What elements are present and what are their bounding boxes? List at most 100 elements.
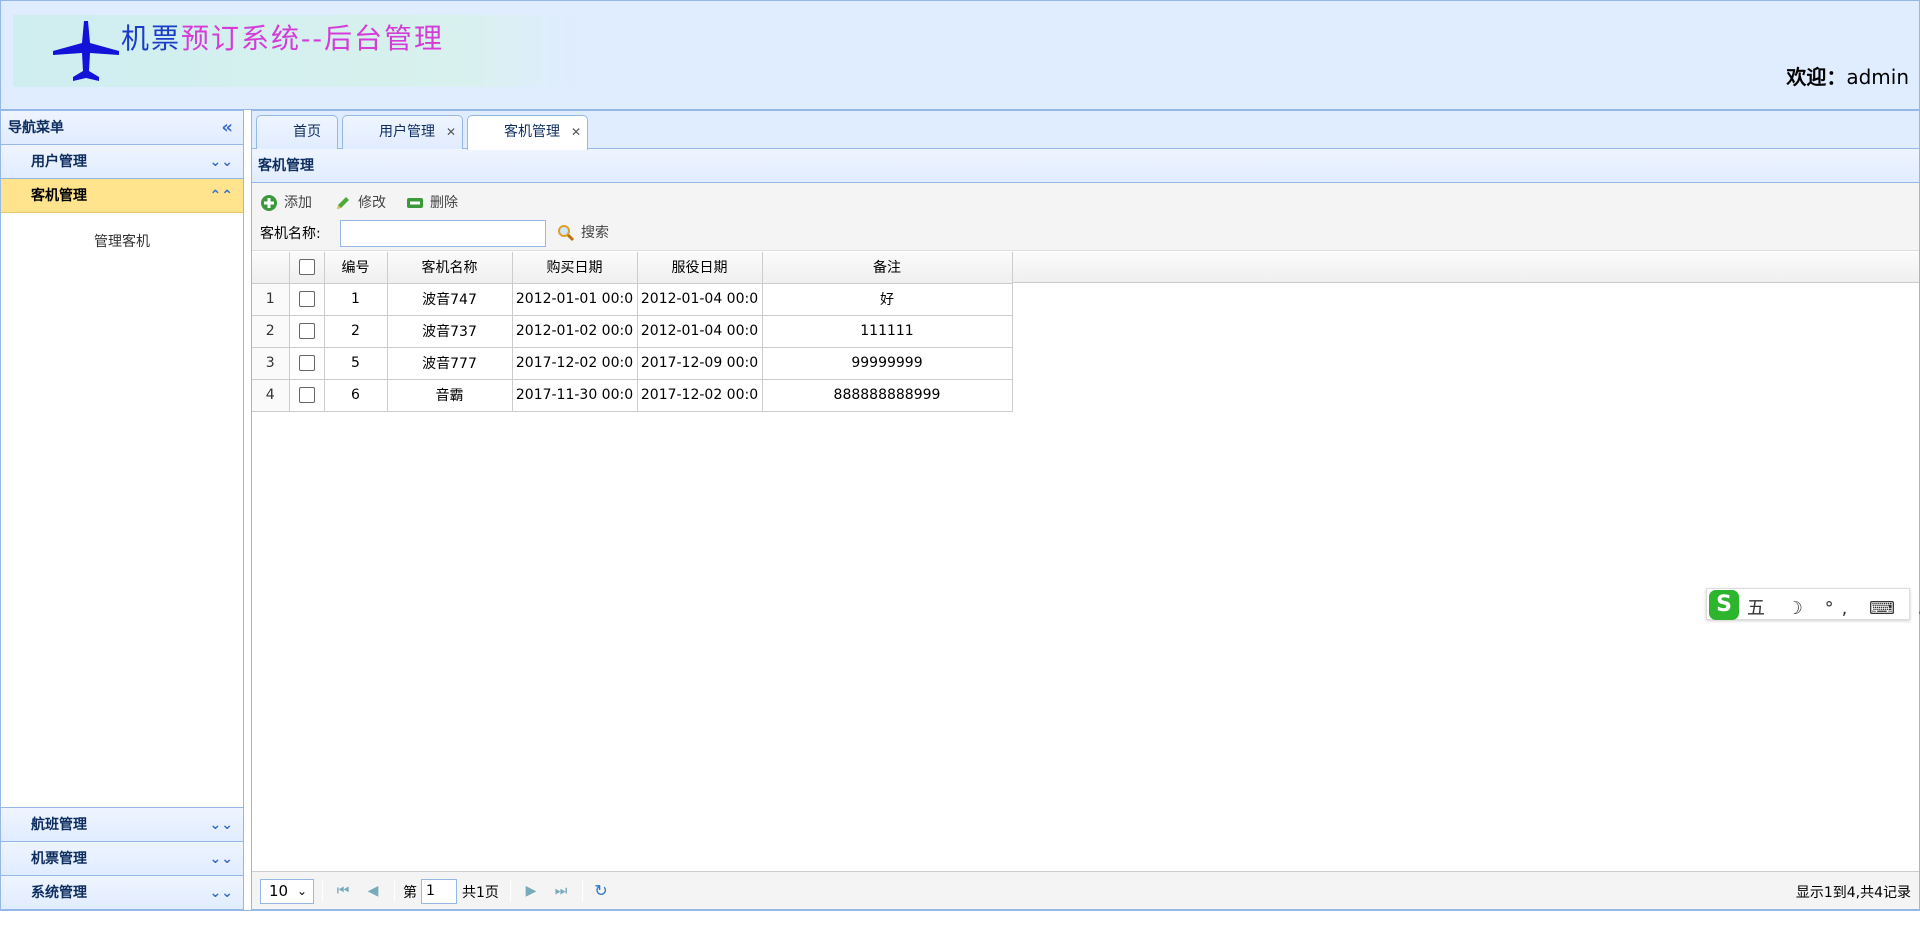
- cell-id: 6: [324, 379, 388, 412]
- col-header-id[interactable]: 编号: [324, 252, 388, 284]
- search-label: 客机名称:: [260, 226, 321, 242]
- pager-separator: [582, 880, 583, 902]
- row-number: 2: [252, 315, 290, 348]
- row-checkbox[interactable]: [298, 323, 315, 339]
- rownum-header: [252, 252, 290, 284]
- cell-name: 波音777: [387, 347, 513, 380]
- grid-toolbar: 添加 修改 删除 客机名称: 搜索: [252, 183, 1919, 251]
- tab-home[interactable]: 首页: [256, 115, 338, 149]
- nav-sidebar: 导航菜单 « 用户管理 ⌄⌄ 客机管理 ⌃⌃ 管理客机 航班管理 ⌄⌄ 机票管理…: [0, 110, 244, 910]
- tab-user-management[interactable]: 用户管理 ✕: [342, 115, 463, 149]
- ime-toolbar[interactable]: S 五 ☽ °, ⌨ ♟ ✤: [1706, 588, 1920, 620]
- ime-status-icons[interactable]: 五 ☽ °, ⌨ ♟ ✤: [1747, 594, 1920, 620]
- cell-service-date: 2017-12-02 00:0: [637, 379, 763, 412]
- prev-page-icon[interactable]: ◀: [362, 880, 384, 902]
- cell-id: 5: [324, 347, 388, 380]
- col-header-name[interactable]: 客机名称: [387, 252, 513, 284]
- aircraft-name-input[interactable]: [340, 220, 546, 247]
- row-checkbox[interactable]: [298, 291, 315, 307]
- app-header: 机票预订系统--后台管理 欢迎：admin: [0, 0, 1920, 110]
- cell-id: 1: [324, 283, 388, 316]
- last-page-icon[interactable]: ⏭: [550, 880, 572, 902]
- row-checkbox[interactable]: [298, 387, 315, 403]
- table-row[interactable]: 4 6 音霸 2017-11-30 00:0 2017-12-02 00:0 8…: [252, 379, 1013, 412]
- select-all-checkbox[interactable]: [298, 259, 315, 276]
- next-page-icon[interactable]: ▶: [520, 880, 542, 902]
- cell-remark: 99999999: [762, 347, 1013, 380]
- nav-group-ticket[interactable]: 机票管理 ⌄⌄: [1, 841, 243, 875]
- app-title: 机票预订系统--后台管理: [121, 22, 444, 55]
- panel-title: 客机管理: [252, 149, 1919, 183]
- expand-down-icon[interactable]: ⌄⌄: [210, 842, 233, 876]
- nav-collapsed-groups: 航班管理 ⌄⌄ 机票管理 ⌄⌄ 系统管理 ⌄⌄: [1, 807, 243, 909]
- row-number: 3: [252, 347, 290, 380]
- search-button[interactable]: 搜索: [557, 221, 609, 245]
- plus-icon: [261, 195, 277, 211]
- ime-logo-icon[interactable]: S: [1709, 590, 1739, 620]
- pager-separator: [510, 880, 511, 902]
- nav-group-system[interactable]: 系统管理 ⌄⌄: [1, 875, 243, 909]
- cell-buy-date: 2012-01-01 00:0: [512, 283, 638, 316]
- app-footer: [0, 910, 1920, 942]
- row-number: 4: [252, 379, 290, 412]
- cell-id: 2: [324, 315, 388, 348]
- delete-button[interactable]: 删除: [406, 191, 458, 215]
- page-number-input[interactable]: 1: [421, 879, 457, 904]
- search-icon: [558, 225, 575, 242]
- row-select-cell: [289, 315, 325, 348]
- chevron-down-icon: ⌄: [296, 884, 307, 898]
- expand-down-icon[interactable]: ⌄⌄: [210, 145, 233, 179]
- aircraft-grid: 编号 客机名称 购买日期 服役日期 备注 1 1 波音747 2012-01-0…: [252, 252, 1013, 412]
- nav-item-manage-aircraft[interactable]: 管理客机: [94, 234, 150, 250]
- grid-pager: 10 ⌄ ⏮ ◀ 第 1 共1页 ▶ ⏭ ↻ 显示1到4,共4记录: [252, 871, 1919, 909]
- col-header-remark[interactable]: 备注: [762, 252, 1013, 284]
- airplane-icon: [53, 21, 119, 81]
- sidebar-title: 导航菜单: [8, 120, 64, 136]
- close-icon[interactable]: ✕: [446, 116, 456, 148]
- col-header-buy-date[interactable]: 购买日期: [512, 252, 638, 284]
- pager-info: 显示1到4,共4记录: [1795, 885, 1911, 901]
- cell-service-date: 2012-01-04 00:0: [637, 283, 763, 316]
- tab-bar: 首页 用户管理 ✕ 客机管理 ✕: [252, 111, 1919, 150]
- nav-group-aircraft[interactable]: 客机管理 ⌃⌃: [1, 179, 243, 213]
- cell-buy-date: 2017-12-02 00:0: [512, 347, 638, 380]
- edit-button[interactable]: 修改: [334, 191, 386, 215]
- cell-buy-date: 2012-01-02 00:0: [512, 315, 638, 348]
- page-total: 共1页: [462, 885, 499, 901]
- collapse-up-icon[interactable]: ⌃⌃: [210, 179, 233, 213]
- cell-remark: 888888888999: [762, 379, 1013, 412]
- collapse-left-icon[interactable]: «: [221, 111, 233, 145]
- col-header-service-date[interactable]: 服役日期: [637, 252, 763, 284]
- table-row[interactable]: 1 1 波音747 2012-01-01 00:0 2012-01-04 00:…: [252, 283, 1013, 316]
- cell-buy-date: 2017-11-30 00:0: [512, 379, 638, 412]
- sidebar-header: 导航菜单 «: [1, 111, 243, 145]
- table-row[interactable]: 3 5 波音777 2017-12-02 00:0 2017-12-09 00:…: [252, 347, 1013, 380]
- cell-remark: 好: [762, 283, 1013, 316]
- tab-aircraft-management[interactable]: 客机管理 ✕: [467, 115, 588, 150]
- add-button[interactable]: 添加: [260, 191, 312, 215]
- nav-group-user[interactable]: 用户管理 ⌄⌄: [1, 145, 243, 179]
- cell-service-date: 2017-12-09 00:0: [637, 347, 763, 380]
- nav-group-aircraft-body: 管理客机: [1, 213, 243, 806]
- expand-down-icon[interactable]: ⌄⌄: [210, 876, 233, 910]
- grid-header-row: 编号 客机名称 购买日期 服役日期 备注: [252, 252, 1013, 284]
- page-size-select[interactable]: 10 ⌄: [260, 879, 314, 904]
- row-number: 1: [252, 283, 290, 316]
- pager-separator: [394, 880, 395, 902]
- nav-group-flight[interactable]: 航班管理 ⌄⌄: [1, 807, 243, 841]
- expand-down-icon[interactable]: ⌄⌄: [210, 808, 233, 842]
- refresh-icon[interactable]: ↻: [590, 880, 612, 902]
- welcome-text: 欢迎：admin: [1786, 65, 1909, 89]
- close-icon[interactable]: ✕: [571, 116, 581, 148]
- cell-name: 波音737: [387, 315, 513, 348]
- table-row[interactable]: 2 2 波音737 2012-01-02 00:0 2012-01-04 00:…: [252, 315, 1013, 348]
- row-select-cell: [289, 379, 325, 412]
- current-user: admin: [1846, 65, 1909, 89]
- first-page-icon[interactable]: ⏮: [332, 880, 354, 902]
- minus-icon: [407, 198, 423, 208]
- pager-separator: [322, 880, 323, 902]
- row-checkbox[interactable]: [298, 355, 315, 371]
- row-select-cell: [289, 283, 325, 316]
- page-prefix: 第: [403, 885, 417, 901]
- row-select-cell: [289, 347, 325, 380]
